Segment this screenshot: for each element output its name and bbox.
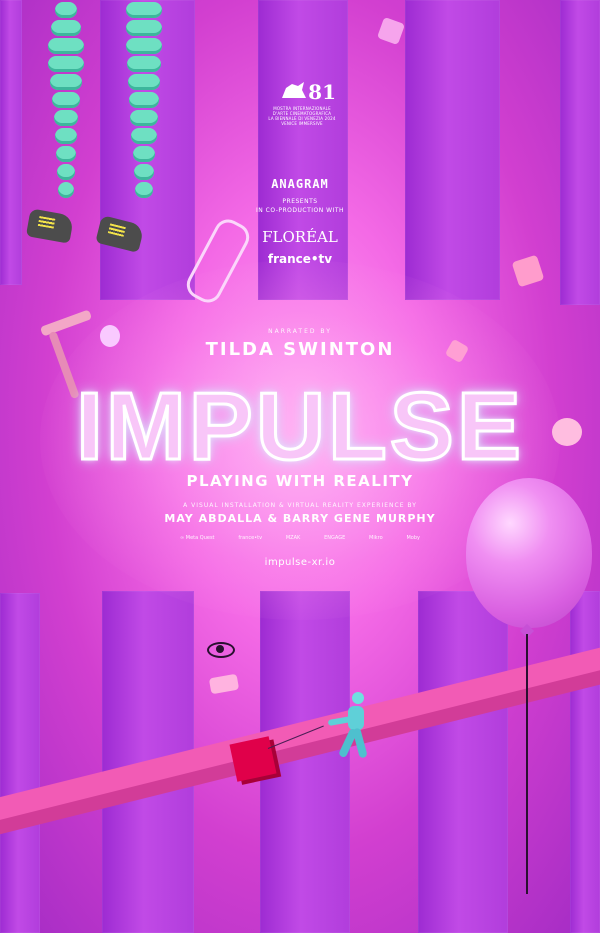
festival-line: VENICE IMMERSIVE — [281, 121, 323, 126]
festival-lines: MOSTRA INTERNAZIONALE D'ARTE CINEMATOGRA… — [262, 106, 342, 126]
left-leg — [46, 0, 86, 200]
floating-cube-1 — [376, 16, 406, 46]
lion-icon — [282, 82, 306, 98]
partner-logo: ∞ Meta Quest — [180, 535, 215, 541]
partner-logo: ENGAGE — [324, 535, 346, 541]
poster: 81 MOSTRA INTERNAZIONALE D'ARTE CINEMATO… — [0, 0, 600, 933]
cube-icon — [229, 736, 277, 782]
pillar-bottom-1 — [0, 593, 40, 933]
partner-logo: MZAK — [285, 535, 301, 541]
partner-logo: Mikro — [369, 535, 383, 541]
pillar-bottom-5 — [570, 591, 600, 933]
presents-label: PRESENTS — [282, 198, 318, 205]
narrator-name: TILDA SWINTON — [205, 339, 395, 360]
francetv-logo: france•tv — [267, 252, 333, 266]
partner-logo: france•tv — [238, 535, 263, 541]
eye-icon — [207, 642, 235, 658]
partner-logo: Moby — [406, 535, 420, 541]
presents-text: PRESENTS IN CO-PRODUCTION WITH — [0, 197, 600, 215]
coproduction-label: IN CO-PRODUCTION WITH — [255, 207, 345, 214]
floating-cube-4 — [208, 673, 240, 695]
robot-figure — [328, 692, 367, 758]
partner-logos: ∞ Meta Quest france•tv MZAK ENGAGE Mikro… — [180, 535, 420, 541]
balloon-icon — [466, 478, 592, 628]
right-leg — [124, 0, 164, 200]
floreal-logo: FLORÉAL — [262, 228, 338, 246]
studio-logo: ANAGRAM — [271, 177, 329, 191]
festival-number: 81 — [308, 80, 336, 104]
pillar-bottom-4 — [418, 591, 508, 933]
balloon-string — [526, 634, 528, 894]
narrated-by-label: NARRATED BY — [268, 328, 332, 335]
poster-title: IMPULSE — [75, 372, 524, 482]
